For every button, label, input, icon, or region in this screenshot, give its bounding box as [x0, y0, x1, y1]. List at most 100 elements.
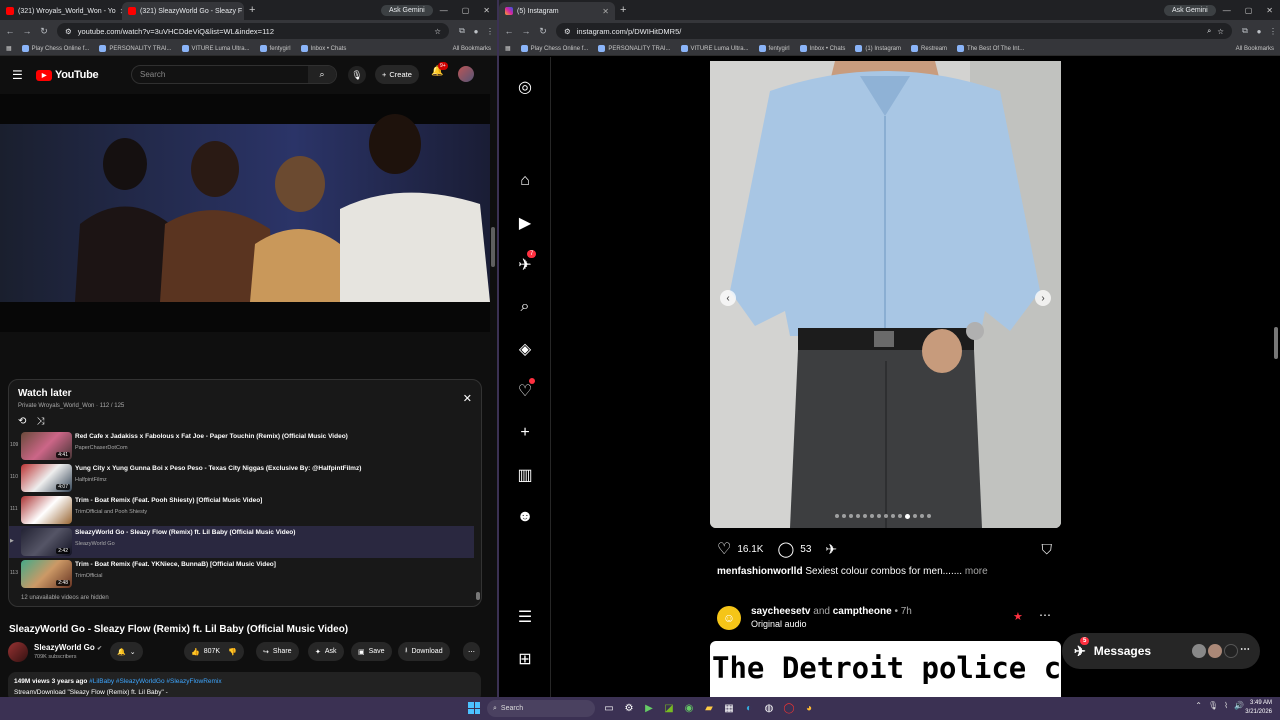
carousel-prev-icon[interactable]: ‹ [720, 290, 736, 306]
like-count[interactable]: 16.1K [737, 544, 763, 555]
create-button[interactable]: + Create [375, 65, 419, 84]
minimize-icon[interactable]: — [1216, 6, 1238, 15]
ask-gemini-button[interactable]: Ask Gemini [1163, 4, 1216, 16]
like-heart-icon[interactable]: ♡ [717, 539, 731, 559]
playlist-item[interactable]: 109 4:41 Red Cafe x Jadakiss x Fabolous … [9, 430, 474, 462]
search-input[interactable]: Search ⌕ [131, 65, 337, 84]
volume-icon[interactable]: 🔊 [1234, 701, 1244, 710]
notifications-bell-icon[interactable]: 🔔 9+ [431, 62, 448, 77]
download-button[interactable]: ⭳ Download [398, 642, 450, 661]
playlist-item-current[interactable]: ▶ 2:42 SleazyWorld Go - Sleazy Flow (Rem… [9, 526, 474, 558]
more-actions-icon[interactable]: ⋯ [463, 642, 480, 661]
ask-button[interactable]: ✦ Ask [308, 642, 344, 661]
messages-button[interactable]: ✈ 5 Messages ⋯ [1062, 633, 1260, 669]
instagram-logo-icon[interactable]: ◎ [515, 77, 535, 97]
share-send-icon[interactable]: ✈ [825, 541, 837, 558]
site-info-icon[interactable]: ⚙ [564, 27, 571, 36]
address-bar[interactable]: ⚙ instagram.com/p/DWIHitDMR5/ ⌕ ☆ [556, 23, 1232, 39]
post-image[interactable]: ‹ › [710, 61, 1061, 528]
loop-icon[interactable]: ⟲ [18, 416, 26, 427]
youtube-logo[interactable]: ▶ YouTube [36, 69, 99, 81]
back-icon[interactable]: ← [3, 26, 17, 36]
playlist-scrollbar[interactable] [476, 432, 480, 600]
post-authors[interactable]: saycheesetv and camptheone • 7h [751, 606, 912, 617]
channel-avatar[interactable] [8, 642, 28, 662]
mic-icon[interactable]: 🎙 [1208, 701, 1218, 710]
new-tab-button[interactable]: + [244, 4, 260, 16]
maximize-icon[interactable]: ▢ [1238, 6, 1260, 15]
user-avatar[interactable] [458, 66, 474, 82]
steam-icon[interactable]: ◍ [762, 701, 776, 715]
share-button[interactable]: ↪ Share [256, 642, 299, 661]
create-post-icon[interactable]: + [515, 423, 535, 443]
hashtags[interactable]: #LilBaby #SleazyWorldGo #SleazyFlowRemix [89, 678, 221, 685]
taskbar-search[interactable]: ⌕ Search [487, 700, 595, 717]
save-bookmark-icon[interactable]: ⛉ [1042, 541, 1053, 558]
profile-icon[interactable]: ● [469, 27, 483, 36]
hamburger-menu-icon[interactable]: ☰ [12, 68, 26, 82]
bookmark-item[interactable]: VITURE Luma Ultra... [181, 45, 250, 52]
ask-gemini-button[interactable]: Ask Gemini [380, 4, 433, 16]
address-bar[interactable]: ⚙ youtube.com/watch?v=3uVHCDdeViQ&list=W… [57, 23, 449, 39]
media-player-icon[interactable]: ▶ [642, 701, 656, 715]
like-button[interactable]: 👍 807K 👎 [184, 642, 244, 661]
shuffle-icon[interactable]: ⤨ [36, 416, 44, 427]
direct-messages-icon[interactable]: ✈ 7 [515, 250, 537, 275]
bookmark-item[interactable]: VITURE Luma Ultra... [680, 45, 749, 52]
chrome-icon[interactable]: ◕ [802, 701, 816, 715]
comment-count[interactable]: 53 [800, 544, 811, 555]
description-box[interactable]: 149M views 3 years ago #LilBaby #SleazyW… [8, 672, 481, 697]
network-icon[interactable]: ⌇ [1224, 701, 1228, 710]
close-playlist-icon[interactable]: ✕ [463, 392, 472, 405]
comment-icon[interactable]: ◯ [777, 540, 794, 558]
apps-icon[interactable]: ▦ [6, 45, 12, 52]
more-menu-icon[interactable]: ☰ [515, 607, 535, 627]
post-author-avatar[interactable]: ☺ [717, 606, 741, 630]
file-explorer-icon[interactable]: ▰ [702, 701, 716, 715]
tab-instagram[interactable]: (5) Instagram ✕ [499, 2, 615, 20]
explore-icon[interactable]: ◈ [515, 339, 535, 359]
xbox-icon[interactable]: ◉ [682, 701, 696, 715]
close-tab-icon[interactable]: ✕ [602, 7, 609, 16]
task-view-icon[interactable]: ▭ [602, 701, 616, 715]
tab-sleazyworld[interactable]: (321) SleazyWorld Go - Sleazy F ✕ [122, 2, 244, 20]
reload-icon[interactable]: ↻ [37, 26, 51, 37]
carousel-next-icon[interactable]: › [1035, 290, 1051, 306]
playlist-item[interactable]: 113 2:48 Trim - Boat Remix (Feat. YKNiec… [9, 558, 474, 590]
original-audio-link[interactable]: Original audio [751, 619, 807, 629]
reload-icon[interactable]: ↻ [536, 26, 550, 37]
all-bookmarks-button[interactable]: All Bookmarks [453, 46, 497, 52]
opera-icon[interactable]: ◯ [782, 701, 796, 715]
close-window-icon[interactable]: ✕ [1259, 6, 1280, 15]
apps-icon[interactable]: ▦ [505, 45, 511, 52]
forward-icon[interactable]: → [519, 26, 533, 36]
bookmark-item[interactable]: PERSONALITY TRAI... [598, 45, 671, 52]
minimize-icon[interactable]: — [433, 6, 455, 15]
reels-icon[interactable]: ▶ [515, 213, 535, 233]
caption-username[interactable]: menfashionworlld [717, 566, 803, 577]
also-from-meta-icon[interactable]: ⊞ [515, 649, 535, 669]
zoom-icon[interactable]: ⌕ [1207, 26, 1211, 36]
extensions-icon[interactable]: ⧉ [455, 26, 469, 36]
profile-avatar[interactable]: ☻ [515, 507, 535, 527]
bookmark-item[interactable]: fentygirl [758, 45, 790, 52]
edge-icon[interactable]: ◐ [742, 701, 756, 715]
back-icon[interactable]: ← [502, 26, 516, 36]
caption-more-link[interactable]: more [965, 566, 988, 577]
post-options-icon[interactable]: ⋯ [1039, 608, 1051, 622]
subscribe-bell-button[interactable]: 🔔 ⌄ [110, 642, 143, 661]
start-button-icon[interactable] [468, 702, 480, 714]
bookmark-item[interactable]: PERSONALITY TRAI... [99, 45, 172, 52]
profile-icon[interactable]: ● [1252, 27, 1266, 36]
bookmark-star-icon[interactable]: ☆ [434, 27, 441, 36]
playlist-item[interactable]: 110 4:07 Yung City x Yung Gunna Boi x Pe… [9, 462, 474, 494]
menu-dots-icon[interactable]: ⋮ [483, 27, 497, 36]
search-icon[interactable]: ⌕ [515, 297, 535, 317]
tray-overflow-icon[interactable]: ⌃ [1195, 701, 1202, 710]
bookmark-item[interactable]: Inbox • Chats [300, 45, 346, 52]
menu-dots-icon[interactable]: ⋮ [1266, 27, 1280, 36]
playlist-item[interactable]: 111 Trim - Boat Remix (Feat. Pooh Shiest… [9, 494, 474, 526]
bookmark-item[interactable]: (1) Instagram [855, 45, 901, 52]
insights-icon[interactable]: ▥ [515, 465, 535, 485]
page-scrollbar[interactable] [490, 57, 497, 697]
